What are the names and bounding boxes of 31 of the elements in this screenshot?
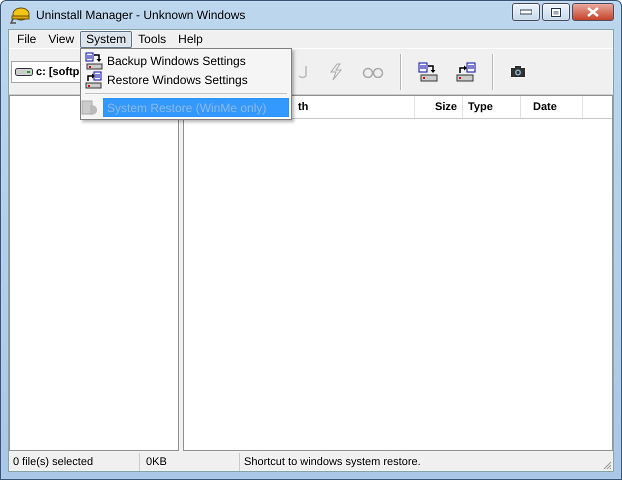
restore-icon bbox=[456, 62, 476, 82]
column-header[interactable]: Date bbox=[521, 96, 583, 118]
menu-item[interactable]: System bbox=[80, 30, 132, 48]
resize-grip-icon[interactable] bbox=[602, 460, 612, 470]
menu-option[interactable]: Restore Windows Settings bbox=[83, 70, 289, 89]
minimize-button[interactable] bbox=[512, 3, 540, 21]
menu-item[interactable]: File bbox=[11, 30, 42, 48]
lightning-icon bbox=[328, 62, 344, 80]
backup-icon bbox=[85, 52, 103, 70]
minimize-icon bbox=[520, 9, 532, 15]
drive-icon bbox=[15, 66, 33, 76]
column-header[interactable]: Type bbox=[463, 96, 521, 118]
status-text: 0KB bbox=[140, 453, 240, 471]
hard-hat-icon bbox=[10, 6, 30, 24]
column-header[interactable]: Size bbox=[415, 96, 463, 118]
maximize-button[interactable] bbox=[542, 3, 570, 21]
restore-icon bbox=[85, 70, 103, 88]
status-text: Shortcut to windows system restore. bbox=[243, 455, 422, 470]
menu-item[interactable]: Help bbox=[172, 30, 209, 48]
close-icon bbox=[587, 7, 599, 17]
menu-item[interactable]: View bbox=[42, 30, 80, 48]
status-text: 0 file(s) selected bbox=[9, 453, 140, 471]
close-button[interactable] bbox=[572, 3, 614, 21]
binoculars-icon bbox=[362, 66, 384, 78]
menu-option[interactable]: Backup Windows Settings bbox=[83, 51, 289, 70]
menu-item[interactable]: Tools bbox=[132, 30, 172, 48]
backup-icon bbox=[418, 62, 438, 82]
camera-icon bbox=[510, 65, 526, 78]
window-title: Uninstall Manager - Unknown Windows bbox=[36, 8, 246, 22]
maximize-icon bbox=[551, 8, 561, 16]
document-icon bbox=[81, 98, 99, 116]
